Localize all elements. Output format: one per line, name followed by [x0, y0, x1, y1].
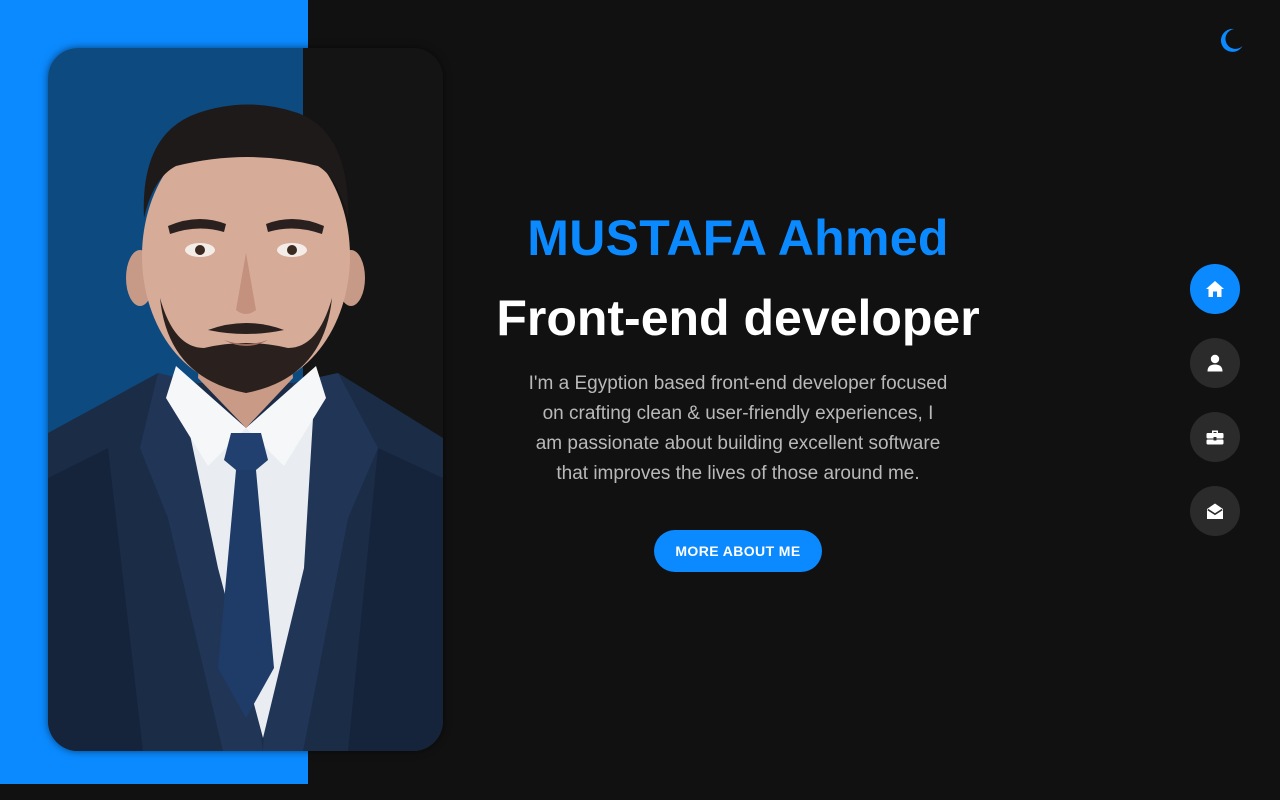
- hero-bio: I'm a Egyption based front-end developer…: [528, 373, 948, 484]
- user-icon: [1207, 354, 1223, 372]
- hero-role: Front-end developer: [496, 290, 980, 346]
- nav-about-button[interactable]: [1190, 338, 1240, 388]
- profile-photo: [48, 48, 443, 751]
- nav-contact-button[interactable]: [1190, 486, 1240, 536]
- moon-icon: [1220, 28, 1243, 52]
- hero-section: MUSTAFA Ahmed Front-end developer I'm a …: [478, 205, 998, 572]
- home-icon: [1206, 281, 1224, 297]
- nav-portfolio-button[interactable]: [1190, 412, 1240, 462]
- portrait-illustration: [48, 104, 443, 751]
- more-about-me-button[interactable]: MORE ABOUT ME: [654, 530, 822, 572]
- nav-home-button[interactable]: [1190, 264, 1240, 314]
- home-page: MUSTAFA Ahmed Front-end developer I'm a …: [0, 0, 1280, 800]
- envelope-open-icon: [1207, 503, 1223, 519]
- hero-name: MUSTAFA Ahmed: [527, 210, 949, 266]
- briefcase-icon: [1206, 430, 1224, 445]
- theme-toggle-button[interactable]: [1214, 24, 1246, 56]
- side-navigation: [1190, 264, 1240, 560]
